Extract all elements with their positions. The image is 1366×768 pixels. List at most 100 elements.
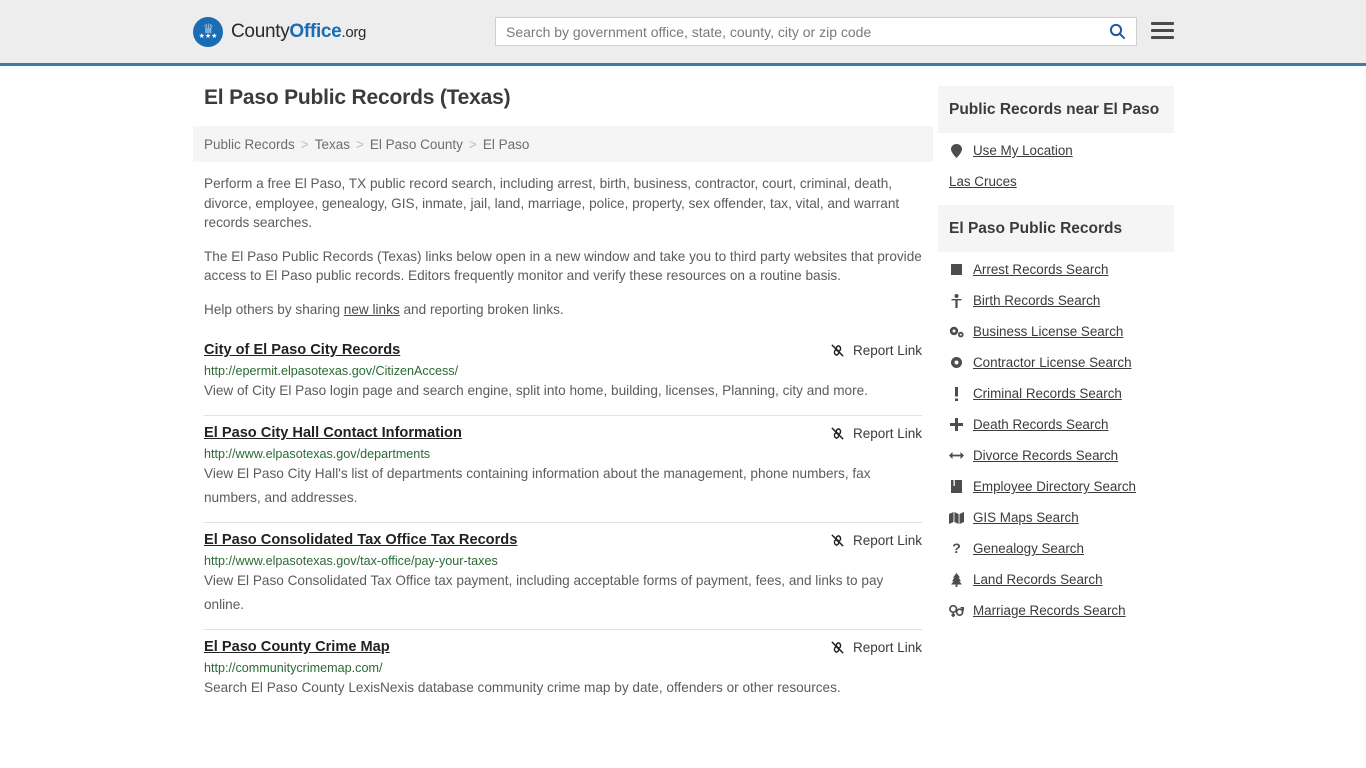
intro-paragraph-3: Help others by sharing new links and rep…: [204, 300, 922, 320]
result-url[interactable]: http://epermit.elpasotexas.gov/CitizenAc…: [204, 364, 922, 378]
land-records-link[interactable]: Land Records Search: [973, 572, 1103, 587]
result-description: View of City El Paso login page and sear…: [204, 383, 868, 398]
plus-cross-icon: [949, 418, 964, 431]
result-item: El Paso City Hall Contact Information Re…: [204, 416, 922, 523]
brand-logo-link[interactable]: ♕ ★★★ CountyOffice.org: [193, 16, 366, 47]
result-description: View El Paso Consolidated Tax Office tax…: [204, 573, 884, 612]
hamburger-menu-icon[interactable]: [1151, 22, 1174, 39]
result-title-link[interactable]: El Paso City Hall Contact Information: [204, 425, 462, 441]
birth-records-link[interactable]: Birth Records Search: [973, 293, 1100, 308]
new-links-link[interactable]: new links: [344, 302, 400, 317]
report-link-button[interactable]: Report Link: [830, 342, 922, 358]
sidebar-item-use-my-location[interactable]: Use My Location: [949, 143, 1174, 158]
breadcrumb-item-texas[interactable]: Texas: [315, 137, 350, 152]
marriage-records-link[interactable]: Marriage Records Search: [973, 603, 1126, 618]
gis-maps-link[interactable]: GIS Maps Search: [973, 510, 1079, 525]
gear-icon: [949, 356, 964, 369]
broken-link-icon: [831, 534, 844, 547]
result-title-link[interactable]: City of El Paso City Records: [204, 342, 400, 358]
results-list: City of El Paso City Records Report Link…: [193, 333, 933, 712]
sidebar-near-title: Public Records near El Paso: [938, 86, 1174, 133]
broken-link-icon: [831, 641, 844, 654]
sidebar-item-divorce-records[interactable]: Divorce Records Search: [949, 448, 1174, 463]
broken-link-icon: [831, 344, 844, 357]
result-url[interactable]: http://www.elpasotexas.gov/departments: [204, 447, 922, 461]
brand-part-2: Office: [289, 20, 342, 42]
sidebar-item-death-records[interactable]: Death Records Search: [949, 417, 1174, 432]
business-license-link[interactable]: Business License Search: [973, 324, 1123, 339]
arrest-records-link[interactable]: Arrest Records Search: [973, 262, 1108, 277]
result-item: El Paso County Crime Map Report Link htt…: [204, 630, 922, 712]
breadcrumb-item-el-paso-county[interactable]: El Paso County: [370, 137, 463, 152]
breadcrumb-item-el-paso[interactable]: El Paso: [483, 137, 530, 152]
sidebar-records-box: El Paso Public Records Arrest Records Se…: [938, 205, 1174, 618]
sidebar-item-criminal-records[interactable]: Criminal Records Search: [949, 386, 1174, 401]
hamburger-bar: [1151, 36, 1174, 39]
result-url[interactable]: http://www.elpasotexas.gov/tax-office/pa…: [204, 554, 922, 568]
hamburger-bar: [1151, 29, 1174, 32]
sidebar-item-business-license[interactable]: Business License Search: [949, 324, 1174, 339]
exclamation-icon: [949, 386, 964, 401]
question-mark-icon: ?: [952, 540, 961, 556]
search-bar[interactable]: [495, 17, 1137, 46]
breadcrumb-item-public-records[interactable]: Public Records: [204, 137, 295, 152]
sidebar-item-land-records[interactable]: Land Records Search: [949, 572, 1174, 587]
main-content: El Paso Public Records (Texas) Public Re…: [193, 86, 933, 712]
result-description: View El Paso City Hall's list of departm…: [204, 466, 871, 505]
report-link-label: Report Link: [852, 343, 922, 358]
sidebar-item-las-cruces[interactable]: Las Cruces: [949, 174, 1174, 189]
criminal-records-link[interactable]: Criminal Records Search: [973, 386, 1122, 401]
breadcrumb: Public Records > Texas > El Paso County …: [193, 126, 933, 162]
book-icon: [949, 480, 964, 493]
page-title: El Paso Public Records (Texas): [204, 86, 511, 109]
result-url[interactable]: http://communitycrimemap.com/: [204, 661, 922, 675]
result-item: El Paso Consolidated Tax Office Tax Reco…: [204, 523, 922, 630]
sidebar-item-employee-directory[interactable]: Employee Directory Search: [949, 479, 1174, 494]
result-title-link[interactable]: El Paso Consolidated Tax Office Tax Reco…: [204, 532, 517, 548]
result-title-link[interactable]: El Paso County Crime Map: [204, 639, 390, 655]
report-link-label: Report Link: [852, 426, 922, 441]
employee-directory-link[interactable]: Employee Directory Search: [973, 479, 1136, 494]
search-button[interactable]: [1098, 18, 1136, 45]
broken-link-icon: [831, 427, 844, 440]
tree-icon: [949, 572, 964, 587]
sidebar-item-birth-records[interactable]: Birth Records Search: [949, 293, 1174, 308]
use-my-location-link[interactable]: Use My Location: [973, 143, 1073, 158]
genealogy-link[interactable]: Genealogy Search: [973, 541, 1084, 556]
las-cruces-link[interactable]: Las Cruces: [949, 174, 1017, 189]
sidebar-item-genealogy[interactable]: ? Genealogy Search: [949, 541, 1174, 556]
sidebar-item-marriage-records[interactable]: Marriage Records Search: [949, 603, 1174, 618]
page-body: El Paso Public Records (Texas) Public Re…: [0, 66, 1366, 712]
site-header: ♕ ★★★ CountyOffice.org: [0, 0, 1366, 66]
intro-paragraph-2: The El Paso Public Records (Texas) links…: [204, 248, 922, 284]
report-link-button[interactable]: Report Link: [830, 639, 922, 655]
eagle-seal-icon: ♕ ★★★: [193, 16, 223, 47]
contractor-license-link[interactable]: Contractor License Search: [973, 355, 1132, 370]
sidebar-item-arrest-records[interactable]: Arrest Records Search: [949, 262, 1174, 277]
sidebar-item-gis-maps[interactable]: GIS Maps Search: [949, 510, 1174, 525]
result-header: El Paso Consolidated Tax Office Tax Reco…: [204, 532, 922, 548]
arrows-horizontal-icon: [949, 450, 964, 461]
sidebar-near-list: Use My Location Las Cruces: [938, 133, 1174, 189]
result-item: City of El Paso City Records Report Link…: [204, 333, 922, 416]
report-link-button[interactable]: Report Link: [830, 425, 922, 441]
intro-p3-after: and reporting broken links.: [399, 301, 564, 317]
search-icon: [1109, 23, 1125, 40]
result-description: Search El Paso County LexisNexis databas…: [204, 680, 841, 695]
result-header: El Paso City Hall Contact Information Re…: [204, 425, 922, 441]
breadcrumb-separator: >: [468, 136, 477, 152]
intro-p3-before: Help others by sharing: [204, 301, 344, 317]
square-icon: [949, 264, 964, 275]
intro-paragraph-1: Perform a free El Paso, TX public record…: [204, 176, 900, 230]
breadcrumb-separator: >: [300, 136, 309, 152]
divorce-records-link[interactable]: Divorce Records Search: [973, 448, 1118, 463]
sidebar: Public Records near El Paso Use My Locat…: [938, 86, 1174, 712]
report-link-button[interactable]: Report Link: [830, 532, 922, 548]
death-records-link[interactable]: Death Records Search: [973, 417, 1108, 432]
sidebar-item-contractor-license[interactable]: Contractor License Search: [949, 355, 1174, 370]
map-pin-icon: [949, 143, 964, 158]
search-input[interactable]: [496, 18, 1098, 45]
result-header: El Paso County Crime Map Report Link: [204, 639, 922, 655]
breadcrumb-separator: >: [355, 136, 364, 152]
map-icon: [949, 511, 964, 524]
